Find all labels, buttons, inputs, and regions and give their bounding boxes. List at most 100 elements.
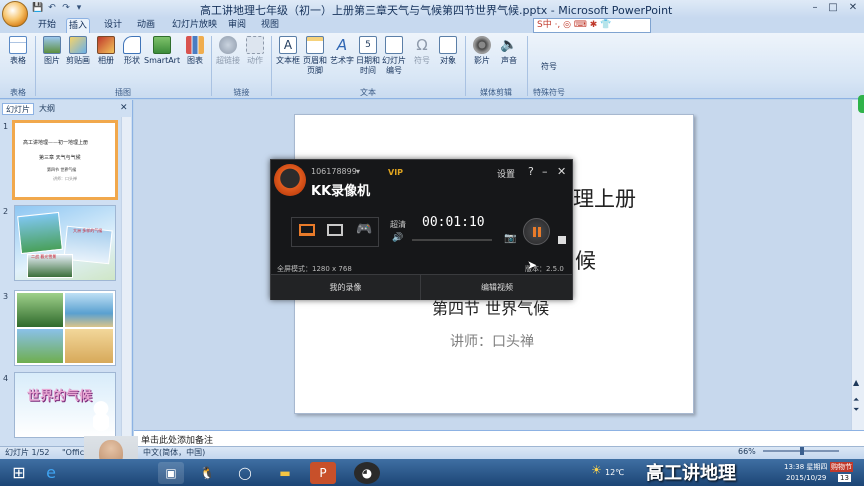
- tab-review[interactable]: 审阅: [226, 18, 248, 33]
- tab-animation[interactable]: 动画: [135, 18, 157, 33]
- wordart-icon: A: [336, 36, 348, 54]
- panel-scrollbar[interactable]: [121, 117, 131, 447]
- save-icon[interactable]: 💾: [32, 3, 44, 14]
- redo-icon[interactable]: ↷: [60, 3, 72, 14]
- action-label: 动作: [247, 56, 263, 65]
- pause-record-button[interactable]: [523, 218, 550, 245]
- chart-button[interactable]: 图表: [180, 36, 210, 66]
- kk-settings[interactable]: 设置: [497, 167, 515, 180]
- weather-icon: ☀: [591, 463, 602, 477]
- kk-minimize-button[interactable]: –: [542, 165, 548, 178]
- slide-teacher-line[interactable]: 讲师：口头禅: [450, 331, 534, 351]
- slide-thumbnail-2[interactable]: 大洲 多样的气候 二战 暮光雪景: [14, 205, 116, 281]
- grassland-photo: [17, 329, 63, 363]
- kk-mode-label: 全屏模式：1280 x 768: [277, 265, 352, 273]
- clipart-button[interactable]: 剪贴画: [63, 36, 93, 66]
- tab-design[interactable]: 设计: [102, 18, 124, 33]
- tab-outline[interactable]: 大纲: [36, 103, 58, 115]
- kk-close-button[interactable]: ✕: [557, 165, 566, 178]
- slide-chapter-line[interactable]: 候: [575, 245, 596, 275]
- tab-slideshow[interactable]: 幻灯片放映: [170, 18, 219, 33]
- edit-video-button[interactable]: 编辑视频: [422, 275, 572, 300]
- corner-number: 13: [838, 474, 851, 482]
- slide-book-line[interactable]: 理上册: [573, 183, 636, 213]
- slide-number-icon: [385, 36, 403, 54]
- slide-thumbnail-1[interactable]: 高工讲地理——初一地理上册 第三章 天气与气候 第四节 世界气候 讲师：口头禅: [12, 120, 118, 200]
- scroll-up-icon[interactable]: ▲: [853, 378, 859, 387]
- tab-slides[interactable]: 幻灯片: [2, 103, 34, 115]
- group-label-text: 文本: [360, 88, 376, 97]
- volume-icon[interactable]: 🔊: [392, 233, 403, 243]
- shapes-icon: [123, 36, 141, 54]
- notes-pane[interactable]: 单击此处添加备注: [134, 430, 864, 446]
- mouse-cursor-icon: ➤: [527, 258, 538, 272]
- customize-qat-icon[interactable]: ▾: [73, 3, 85, 14]
- group-separator: [271, 36, 272, 96]
- table-icon: [9, 36, 27, 54]
- thumb-text: 讲师：口头禅: [53, 176, 77, 181]
- action-button[interactable]: 动作: [240, 36, 270, 66]
- windows-start-icon[interactable]: ⊞: [6, 462, 32, 484]
- kk-account[interactable]: 106178899: [311, 167, 357, 176]
- qq-icon[interactable]: 🐧: [194, 462, 220, 484]
- datetime-button[interactable]: 5 日期和时间: [353, 36, 383, 76]
- close-button[interactable]: ✕: [846, 2, 860, 14]
- office-button[interactable]: [2, 1, 28, 27]
- tab-insert[interactable]: 插入: [66, 18, 91, 33]
- pause-bar-left: [533, 227, 536, 237]
- region-mode-icon[interactable]: [327, 224, 343, 236]
- clock-date: 2015/10/29: [786, 474, 827, 482]
- kk-timer: 00:01:10: [422, 215, 485, 230]
- slide-thumbnail-4[interactable]: 世界的气候: [14, 372, 116, 438]
- browser-icon[interactable]: ◯: [232, 462, 258, 484]
- screenshot-icon[interactable]: 📷: [504, 233, 516, 244]
- slide-number: 2: [3, 207, 9, 216]
- green-edge-tab[interactable]: [858, 95, 864, 113]
- kk-recorder-icon[interactable]: ◕: [354, 462, 380, 484]
- film-reel-icon: [473, 36, 491, 54]
- my-videos-button[interactable]: 我的录像: [271, 275, 421, 300]
- close-panel-icon[interactable]: ✕: [120, 103, 128, 113]
- object-button[interactable]: 对象: [433, 36, 463, 66]
- undo-icon[interactable]: ↶: [46, 3, 58, 14]
- group-label-special: 特殊符号: [533, 88, 565, 97]
- header-footer-button[interactable]: 页眉和页脚: [300, 36, 330, 76]
- tab-home[interactable]: 开始: [36, 18, 58, 33]
- slide-thumbnail-3[interactable]: [14, 290, 116, 366]
- next-slide-icon[interactable]: ⏷: [853, 405, 859, 415]
- kk-quality[interactable]: 超清: [390, 219, 406, 230]
- object-label: 对象: [440, 56, 456, 65]
- kk-help-icon[interactable]: ?: [528, 165, 534, 178]
- powerpoint-icon[interactable]: P: [310, 462, 336, 484]
- folder-icon[interactable]: ▬: [272, 462, 298, 484]
- slide-number-button[interactable]: 幻灯片编号: [380, 36, 408, 76]
- textbox-icon: A: [279, 36, 297, 54]
- textbox-button[interactable]: A 文本框: [273, 36, 303, 66]
- stop-button[interactable]: [558, 236, 566, 244]
- movie-button[interactable]: 影片: [467, 36, 497, 66]
- hyperlink-icon: [219, 36, 237, 54]
- zoom-level[interactable]: 66%: [738, 447, 756, 456]
- game-mode-icon[interactable]: 🎮: [356, 222, 372, 237]
- volume-slider[interactable]: [412, 239, 492, 241]
- hyperlink-button[interactable]: 超链接: [213, 36, 243, 66]
- account-dropdown-icon[interactable]: ▾: [356, 167, 360, 176]
- prev-slide-icon[interactable]: ⏶: [853, 395, 859, 405]
- kk-recorder-window[interactable]: 106178899 ▾ VIP KK录像机 设置 ? – ✕ 🎮 超清 00:0…: [270, 159, 573, 300]
- shapes-button[interactable]: 形状: [117, 36, 147, 66]
- group-label-table: 表格: [10, 88, 26, 97]
- sound-button[interactable]: 🔈 声音: [494, 36, 524, 66]
- tab-view[interactable]: 视图: [259, 18, 281, 33]
- smartart-button[interactable]: SmartArt: [144, 36, 180, 66]
- fullscreen-mode-icon[interactable]: [299, 224, 315, 236]
- table-button[interactable]: 表格: [3, 36, 33, 66]
- computer-icon[interactable]: ▣: [158, 462, 184, 484]
- pause-bar-right: [538, 227, 541, 237]
- ie-icon[interactable]: e: [38, 462, 64, 484]
- ime-toolbar[interactable]: S中 ·, ◎ ⌨ ✱ 👕: [533, 18, 651, 33]
- minimize-button[interactable]: –: [808, 2, 822, 14]
- maximize-button[interactable]: □: [826, 2, 840, 14]
- special-symbol-button[interactable]: 符号: [531, 62, 567, 72]
- zoom-slider-thumb[interactable]: [800, 447, 804, 455]
- corner-badge[interactable]: 购物节: [830, 462, 853, 472]
